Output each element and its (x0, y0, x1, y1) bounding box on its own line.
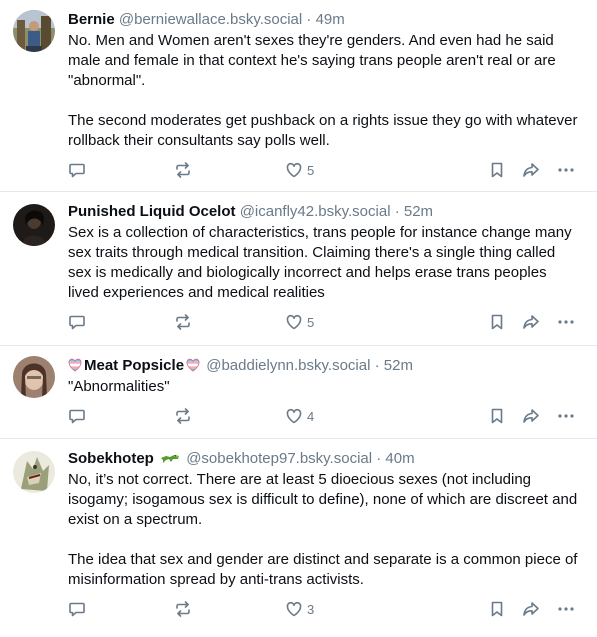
author-name[interactable]: Bernie (68, 11, 115, 28)
post[interactable]: Sobekhotep @sobekhotep97.bsky.social · 4… (0, 439, 597, 637)
post-paragraph: "Abnormalities" (68, 378, 170, 395)
more-options-button[interactable] (557, 407, 575, 425)
avatar[interactable] (13, 356, 55, 398)
heart-icon (286, 314, 302, 330)
share-button[interactable] (522, 313, 540, 331)
bookmark-icon (491, 408, 503, 424)
trans-flag-heart-icon (186, 358, 200, 372)
post-actions: 3 (68, 600, 581, 634)
more-options-button[interactable] (557, 600, 575, 618)
crocodile-icon (161, 455, 180, 463)
share-arrow-icon (523, 163, 539, 177)
avatar[interactable] (13, 204, 55, 246)
post-text: No. Men and Women aren't sexes they're g… (68, 31, 581, 151)
share-arrow-icon (523, 315, 539, 329)
author-name[interactable]: Sobekhotep (68, 450, 154, 467)
bookmark-button[interactable] (488, 407, 506, 425)
separator-dot: · (302, 11, 316, 28)
like-button[interactable]: 5 (285, 313, 314, 331)
repost-button[interactable] (174, 407, 192, 425)
post[interactable]: Meat Popsicle @baddielynn.bsky.social · … (0, 346, 597, 439)
heart-icon (286, 162, 302, 178)
bookmark-icon (491, 314, 503, 330)
reply-button[interactable] (68, 407, 86, 425)
post-time[interactable]: 52m (384, 357, 413, 374)
post-header: Punished Liquid Ocelot @icanfly42.bsky.s… (68, 202, 581, 222)
share-button[interactable] (522, 600, 540, 618)
bookmark-button[interactable] (488, 313, 506, 331)
like-count: 5 (307, 314, 315, 330)
post-time[interactable]: 52m (404, 203, 433, 220)
separator-dot: · (390, 203, 404, 220)
post-text: "Abnormalities" (68, 377, 581, 397)
post-text: No, it’s not correct. There are at least… (68, 470, 581, 590)
repost-button[interactable] (174, 161, 192, 179)
reply-button[interactable] (68, 313, 86, 331)
post-feed: Bernie @berniewallace.bsky.social · 49m … (0, 0, 597, 637)
post[interactable]: Bernie @berniewallace.bsky.social · 49m … (0, 0, 597, 192)
author-name[interactable]: Meat Popsicle (84, 357, 184, 374)
author-handle[interactable]: @icanfly42.bsky.social (240, 203, 391, 220)
speech-bubble-icon (69, 602, 85, 617)
repost-arrows-icon (176, 408, 190, 424)
repost-arrows-icon (176, 314, 190, 330)
post-header: Bernie @berniewallace.bsky.social · 49m (68, 10, 581, 30)
reply-button[interactable] (68, 600, 86, 618)
separator-dot: · (370, 357, 384, 374)
avatar[interactable] (13, 10, 55, 52)
ellipsis-icon (558, 320, 574, 324)
share-arrow-icon (523, 602, 539, 616)
share-button[interactable] (522, 161, 540, 179)
ellipsis-icon (558, 168, 574, 172)
repost-button[interactable] (174, 313, 192, 331)
author-name[interactable]: Punished Liquid Ocelot (68, 203, 236, 220)
heart-icon (286, 408, 302, 424)
trans-flag-heart-icon (68, 358, 82, 372)
like-button[interactable]: 5 (285, 161, 314, 179)
reply-button[interactable] (68, 161, 86, 179)
post-actions: 4 (68, 407, 581, 441)
author-handle[interactable]: @sobekhotep97.bsky.social (186, 450, 372, 467)
post-time[interactable]: 49m (316, 11, 345, 28)
like-count: 5 (307, 162, 315, 178)
bookmark-button[interactable] (488, 161, 506, 179)
ellipsis-icon (558, 414, 574, 418)
post[interactable]: Punished Liquid Ocelot @icanfly42.bsky.s… (0, 192, 597, 346)
post-text: Sex is a collection of characteristics, … (68, 223, 581, 303)
like-count: 3 (307, 601, 315, 617)
speech-bubble-icon (69, 315, 85, 330)
heart-icon (286, 601, 302, 617)
bookmark-icon (491, 601, 503, 617)
speech-bubble-icon (69, 409, 85, 424)
post-actions: 5 (68, 313, 581, 347)
author-handle[interactable]: @baddielynn.bsky.social (206, 357, 370, 374)
separator-dot: · (372, 450, 386, 467)
post-actions: 5 (68, 161, 581, 195)
speech-bubble-icon (69, 163, 85, 178)
more-options-button[interactable] (557, 161, 575, 179)
author-handle[interactable]: @berniewallace.bsky.social (119, 11, 302, 28)
bookmark-icon (491, 162, 503, 178)
more-options-button[interactable] (557, 313, 575, 331)
post-header: Sobekhotep @sobekhotep97.bsky.social · 4… (68, 449, 581, 469)
like-button[interactable]: 3 (285, 600, 314, 618)
share-arrow-icon (523, 409, 539, 423)
like-button[interactable]: 4 (285, 407, 314, 425)
bookmark-button[interactable] (488, 600, 506, 618)
share-button[interactable] (522, 407, 540, 425)
repost-arrows-icon (176, 162, 190, 178)
post-paragraph: The idea that sex and gender are distinc… (68, 551, 578, 588)
repost-button[interactable] (174, 600, 192, 618)
post-paragraph: No. Men and Women aren't sexes they're g… (68, 32, 556, 89)
ellipsis-icon (558, 607, 574, 611)
repost-arrows-icon (176, 601, 190, 617)
post-paragraph: The second moderates get pushback on a r… (68, 112, 578, 149)
like-count: 4 (307, 408, 315, 424)
avatar[interactable] (13, 451, 55, 493)
post-paragraph: No, it’s not correct. There are at least… (68, 471, 578, 528)
post-header: Meat Popsicle @baddielynn.bsky.social · … (68, 356, 581, 376)
post-time[interactable]: 40m (385, 450, 414, 467)
post-paragraph: Sex is a collection of characteristics, … (68, 224, 572, 301)
